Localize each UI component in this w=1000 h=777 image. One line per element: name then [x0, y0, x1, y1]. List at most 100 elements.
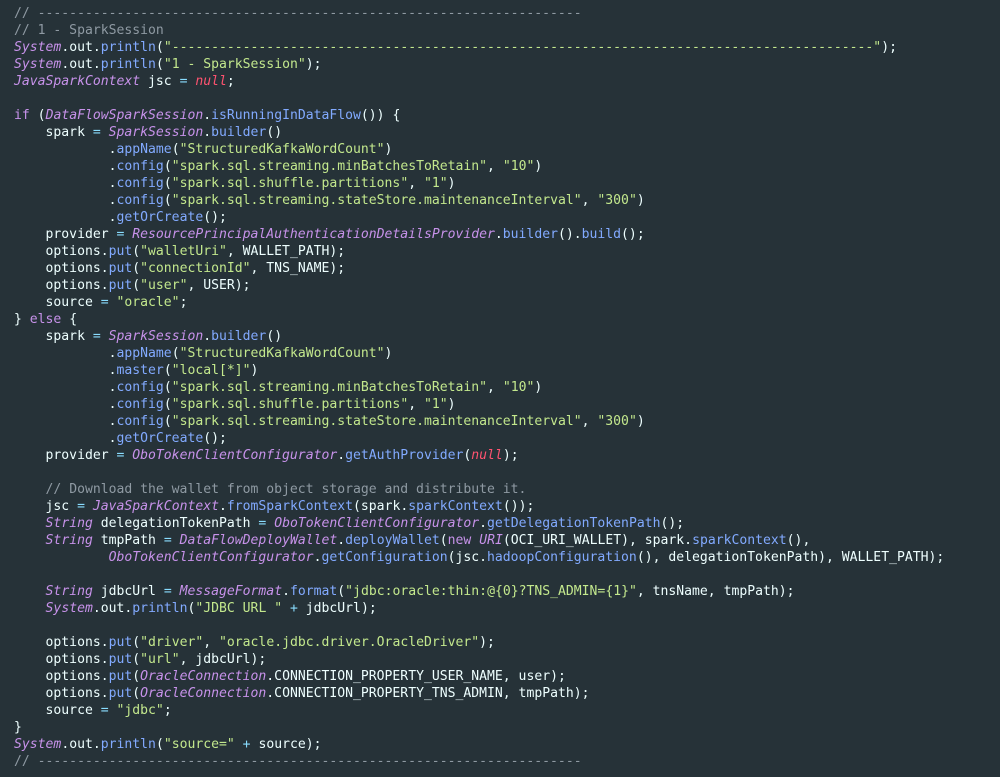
code-line[interactable]: [14, 566, 1000, 583]
code-line[interactable]: source = "jdbc";: [14, 702, 1000, 719]
code-line[interactable]: .config("spark.sql.streaming.minBatchesT…: [14, 158, 1000, 175]
code-token: println: [100, 57, 156, 72]
code-token: "url": [140, 652, 180, 667]
code-token: ,: [408, 397, 424, 412]
code-line[interactable]: .config("spark.sql.shuffle.partitions", …: [14, 396, 1000, 413]
code-line[interactable]: options.put("url", jdbcUrl);: [14, 651, 1000, 668]
code-line[interactable]: // 1 - SparkSession: [14, 22, 1000, 39]
code-token: (: [132, 652, 141, 667]
code-token: "StructuredKafkaWordCount": [179, 142, 385, 157]
code-token: (: [439, 533, 448, 548]
code-token: spark: [14, 329, 93, 344]
code-token: ,: [581, 193, 598, 208]
code-line[interactable]: options.put("walletUri", WALLET_PATH);: [14, 243, 1000, 260]
code-line[interactable]: System.out.println("source=" + source);: [14, 736, 1000, 753]
code-token: );: [305, 57, 322, 72]
code-line[interactable]: } else {: [14, 311, 1000, 328]
code-line[interactable]: }: [14, 719, 1000, 736]
code-line[interactable]: spark = SparkSession.builder(): [14, 328, 1000, 345]
code-token: ResourcePrincipalAuthenticationDetailsPr…: [132, 227, 495, 242]
code-token: .: [203, 108, 212, 123]
code-token: "spark.sql.shuffle.partitions": [171, 176, 409, 191]
code-token: "jdbc:oracle:thin:@{0}?TNS_ADMIN={1}": [345, 584, 637, 599]
code-token: =: [163, 584, 172, 599]
code-line[interactable]: .config("spark.sql.shuffle.partitions", …: [14, 175, 1000, 192]
code-editor[interactable]: // -------------------------------------…: [0, 0, 1000, 777]
code-token: ,: [487, 159, 503, 174]
code-token: .: [108, 176, 117, 191]
code-token: source);: [250, 737, 322, 752]
code-line[interactable]: System.out.println("--------------------…: [14, 39, 1000, 56]
code-line[interactable]: options.put(OracleConnection.CONNECTION_…: [14, 685, 1000, 702]
code-token: fromSparkContext: [226, 499, 354, 514]
code-token: config: [116, 159, 164, 174]
code-token: ());: [502, 499, 535, 514]
code-line[interactable]: .getOrCreate();: [14, 209, 1000, 226]
code-token: =: [100, 703, 109, 718]
code-token: jsc: [140, 74, 180, 89]
code-line[interactable]: options.put(OracleConnection.CONNECTION_…: [14, 668, 1000, 685]
code-line[interactable]: JavaSparkContext jsc = null;: [14, 73, 1000, 90]
code-line[interactable]: options.put("driver", "oracle.jdbc.drive…: [14, 634, 1000, 651]
code-line[interactable]: .appName("StructuredKafkaWordCount"): [14, 345, 1000, 362]
code-token: delegationTokenPath: [92, 516, 259, 531]
code-line[interactable]: spark = SparkSession.builder(): [14, 124, 1000, 141]
code-line[interactable]: [14, 90, 1000, 107]
code-token: (: [155, 57, 164, 72]
code-line[interactable]: options.put("user", USER);: [14, 277, 1000, 294]
code-line[interactable]: System.out.println("1 - SparkSession");: [14, 56, 1000, 73]
code-token: .: [337, 448, 346, 463]
code-line[interactable]: String jdbcUrl = MessageFormat.format("j…: [14, 583, 1000, 600]
code-token: source: [14, 703, 101, 718]
code-token: "10": [502, 380, 535, 395]
code-line[interactable]: .appName("StructuredKafkaWordCount"): [14, 141, 1000, 158]
code-token: "1 - SparkSession": [163, 57, 306, 72]
code-line[interactable]: OboTokenClientConfigurator.getConfigurat…: [14, 549, 1000, 566]
code-token: null: [195, 74, 227, 89]
code-line[interactable]: .getOrCreate();: [14, 430, 1000, 447]
code-token: (: [337, 584, 346, 599]
code-token: =: [100, 295, 109, 310]
code-line[interactable]: [14, 464, 1000, 481]
code-token: , WALLET_PATH);: [226, 244, 346, 259]
code-line[interactable]: [14, 617, 1000, 634]
code-line[interactable]: // -------------------------------------…: [14, 5, 1000, 22]
code-line[interactable]: provider = ResourcePrincipalAuthenticati…: [14, 226, 1000, 243]
code-token: .: [108, 363, 117, 378]
code-token: System: [45, 601, 93, 616]
code-token: .: [108, 380, 117, 395]
code-token: put: [108, 635, 133, 650]
code-line[interactable]: .config("spark.sql.streaming.stateStore.…: [14, 413, 1000, 430]
code-line[interactable]: source = "oracle";: [14, 294, 1000, 311]
code-token: "spark.sql.streaming.stateStore.maintena…: [171, 414, 582, 429]
code-token: =: [163, 533, 172, 548]
code-line[interactable]: jsc = JavaSparkContext.fromSparkContext(…: [14, 498, 1000, 515]
code-token: }: [14, 312, 30, 327]
code-line[interactable]: // -------------------------------------…: [14, 753, 1000, 770]
code-line[interactable]: options.put("connectionId", TNS_NAME);: [14, 260, 1000, 277]
code-line[interactable]: String tmpPath = DataFlowDeployWallet.de…: [14, 532, 1000, 549]
code-token: (: [132, 244, 141, 259]
code-line[interactable]: // Download the wallet from object stora…: [14, 481, 1000, 498]
code-token: "spark.sql.streaming.stateStore.maintena…: [171, 193, 582, 208]
code-token: spark: [14, 125, 93, 140]
code-token: (: [163, 176, 172, 191]
code-line[interactable]: String delegationTokenPath = OboTokenCli…: [14, 515, 1000, 532]
code-token: tmpPath: [92, 533, 164, 548]
code-token: System: [14, 40, 62, 55]
code-token: (), delegationTokenPath), WALLET_PATH);: [636, 550, 945, 565]
code-token: );: [479, 635, 495, 650]
code-line[interactable]: System.out.println("JDBC URL " + jdbcUrl…: [14, 600, 1000, 617]
code-line[interactable]: .config("spark.sql.streaming.minBatchesT…: [14, 379, 1000, 396]
code-line[interactable]: if (DataFlowSparkSession.isRunningInData…: [14, 107, 1000, 124]
code-token: builder: [211, 329, 267, 344]
code-token: DataFlowSparkSession: [45, 108, 204, 123]
code-line[interactable]: .config("spark.sql.streaming.stateStore.…: [14, 192, 1000, 209]
code-line[interactable]: .master("local[*]"): [14, 362, 1000, 379]
code-line[interactable]: provider = OboTokenClientConfigurator.ge…: [14, 447, 1000, 464]
